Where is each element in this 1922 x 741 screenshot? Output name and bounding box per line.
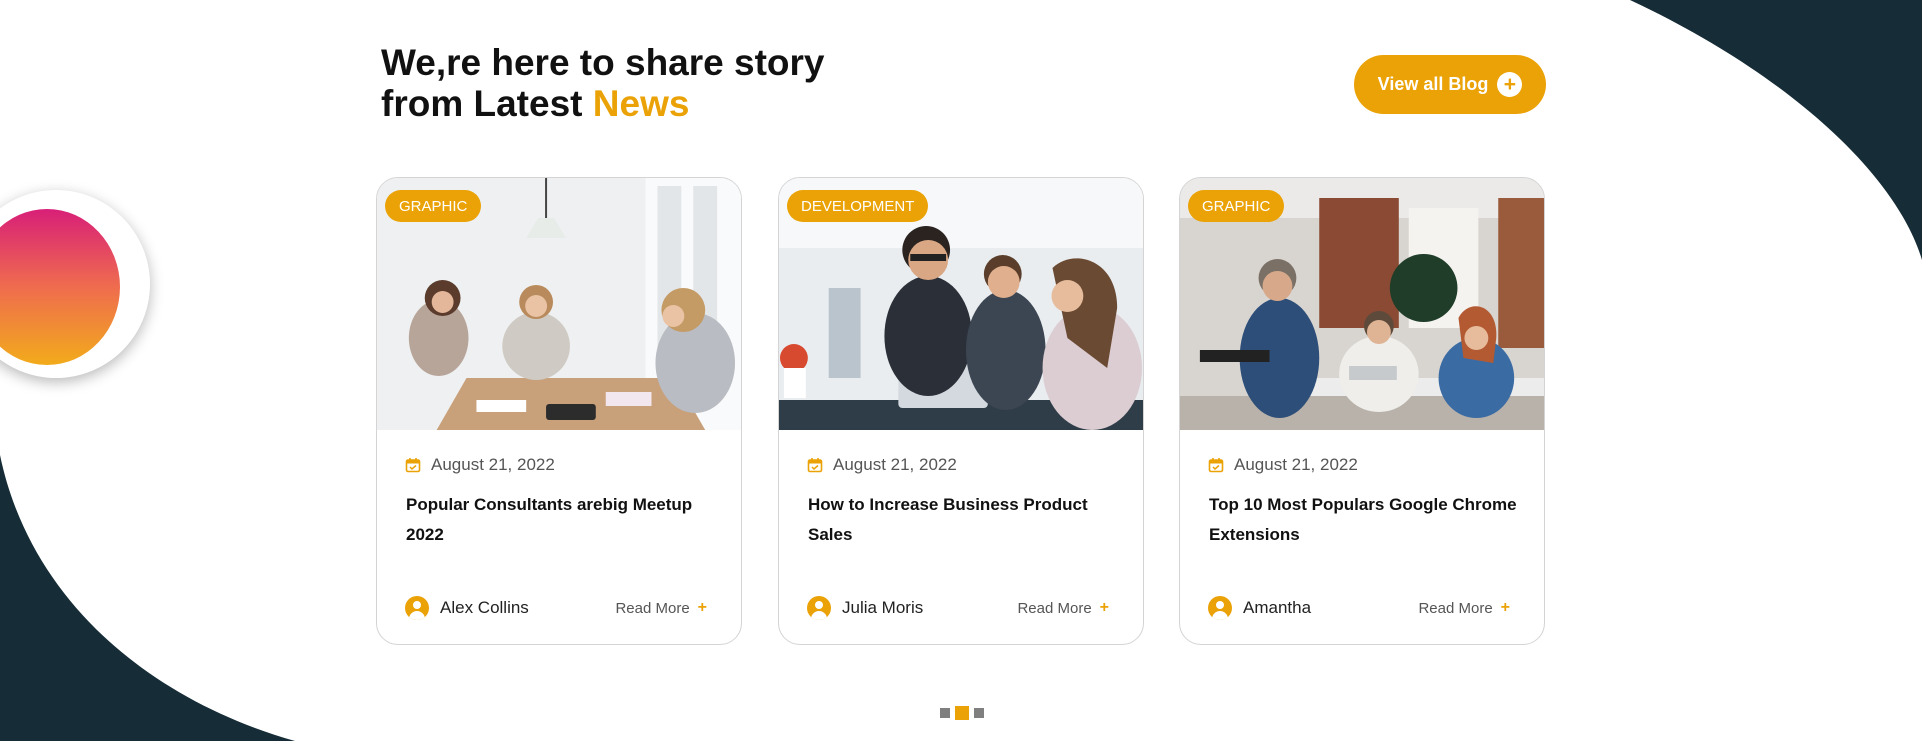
plus-icon: + xyxy=(1500,599,1510,616)
post-date-text: August 21, 2022 xyxy=(1234,455,1358,474)
view-all-blog-button[interactable]: View all Blog + xyxy=(1354,55,1546,114)
calendar-icon xyxy=(405,458,421,473)
read-more-link[interactable]: Read More + xyxy=(1017,599,1109,617)
carousel-pagination xyxy=(940,706,984,720)
category-badge[interactable]: DEVELOPMENT xyxy=(787,190,929,222)
read-more-link[interactable]: Read More + xyxy=(1418,599,1510,617)
read-more-label: Read More xyxy=(1418,599,1493,617)
heading-line-2: from Latest xyxy=(381,83,593,124)
heading-accent-word: News xyxy=(592,83,690,124)
calendar-icon xyxy=(807,458,823,473)
plus-icon: + xyxy=(697,599,707,616)
view-all-blog-label: View all Blog xyxy=(1377,74,1489,94)
post-author: Amantha xyxy=(1208,596,1311,620)
read-more-label: Read More xyxy=(1017,599,1092,617)
post-title[interactable]: Top 10 Most Populars Google Chrome Exten… xyxy=(1209,490,1529,550)
post-title[interactable]: How to Increase Business Product Sales xyxy=(808,490,1128,550)
user-icon xyxy=(405,596,429,620)
read-more-label: Read More xyxy=(615,599,690,617)
author-name: Julia Moris xyxy=(842,598,924,617)
post-title[interactable]: Popular Consultants arebig Meetup 2022 xyxy=(406,490,726,550)
user-icon xyxy=(1208,596,1232,620)
calendar-icon xyxy=(1208,458,1224,473)
blog-card[interactable]: GRAPHIC August 21, 2022 Popular Consulta… xyxy=(376,177,742,645)
plus-icon: + xyxy=(1099,599,1109,616)
category-badge[interactable]: GRAPHIC xyxy=(385,190,482,222)
post-date: August 21, 2022 xyxy=(807,455,957,475)
post-author: Alex Collins xyxy=(405,596,529,620)
author-name: Alex Collins xyxy=(440,598,529,617)
author-name: Amantha xyxy=(1243,598,1312,617)
post-date: August 21, 2022 xyxy=(405,455,555,475)
pagination-dot-active[interactable] xyxy=(955,706,969,720)
post-date-text: August 21, 2022 xyxy=(431,455,555,474)
user-icon xyxy=(807,596,831,620)
post-date-text: August 21, 2022 xyxy=(833,455,957,474)
blog-card[interactable]: GRAPHIC August 21, 2022 Top 10 Most Popu… xyxy=(1179,177,1545,645)
section-heading: We,re here to share story from Latest Ne… xyxy=(381,42,825,124)
category-badge[interactable]: GRAPHIC xyxy=(1188,190,1285,222)
pagination-dot[interactable] xyxy=(974,708,984,718)
heading-line-1: We,re here to share story xyxy=(381,42,825,83)
pagination-dot[interactable] xyxy=(940,708,950,718)
plus-circle-icon: + xyxy=(1497,72,1523,97)
read-more-link[interactable]: Read More + xyxy=(615,599,707,617)
blog-card[interactable]: DEVELOPMENT August 21, 2022 How to Incre… xyxy=(778,177,1144,645)
post-date: August 21, 2022 xyxy=(1208,455,1358,475)
post-author: Julia Moris xyxy=(807,596,923,620)
